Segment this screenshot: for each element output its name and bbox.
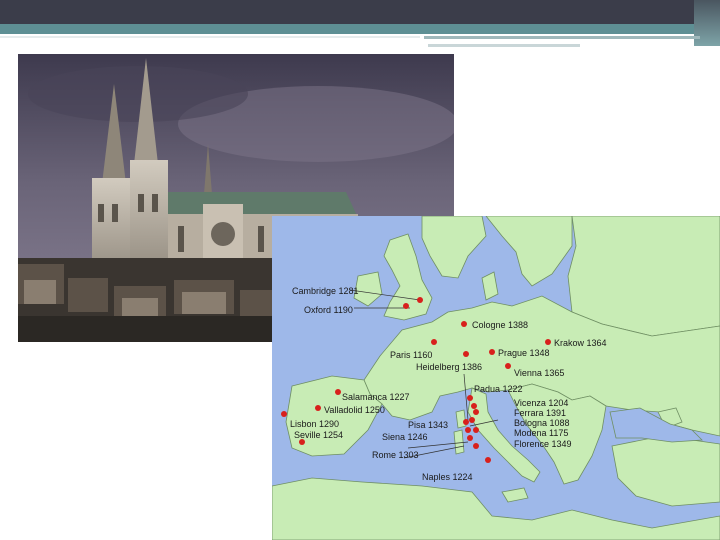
subtitle-rule — [428, 44, 580, 47]
city-label-vicenza: Vicenza 1204 — [514, 398, 569, 408]
header-end-block — [694, 0, 720, 46]
city-label-vienna: Vienna 1365 — [514, 368, 565, 378]
city-label-rome: Rome 1303 — [372, 450, 419, 460]
city-label-cologne: Cologne 1388 — [472, 320, 529, 330]
city-dot-naples — [485, 457, 491, 463]
city-label-paris: Paris 1160 — [390, 350, 433, 360]
city-dot-valladolid — [315, 405, 321, 411]
city-dot-oxford — [403, 303, 409, 309]
city-label-siena: Siena 1246 — [382, 432, 428, 442]
city-dot-cambridge — [417, 297, 423, 303]
city-label-heidelberg: Heidelberg 1386 — [416, 362, 483, 372]
city-dot-lisbon — [281, 411, 287, 417]
header-rule — [0, 36, 420, 38]
city-label-pisa: Pisa 1343 — [408, 420, 449, 430]
city-label-lisbon: Lisbon 1290 — [290, 419, 340, 429]
city-label-valladolid: Valladolid 1250 — [324, 405, 385, 415]
city-markers — [281, 297, 551, 463]
city-dot-cologne — [461, 321, 467, 327]
city-label-padua: Padua 1222 — [474, 384, 523, 394]
city-dot-modena — [473, 427, 479, 433]
city-dot-salamanca — [335, 389, 341, 395]
city-label-naples: Naples 1224 — [422, 472, 473, 482]
city-dot-bologna — [469, 417, 475, 423]
city-dot-paris — [431, 339, 437, 345]
city-label-prague: Prague 1348 — [498, 348, 550, 358]
city-dot-heidelberg — [463, 351, 469, 357]
city-label-bologna: Bologna 1088 — [514, 418, 570, 428]
city-label-oxford: Oxford 1190 — [304, 305, 353, 315]
city-label-seville: Seville 1254 — [294, 430, 344, 440]
city-dot-padua — [467, 395, 473, 401]
europe-map: Cambridge 1281 Oxford 1190 Cologne 1388 … — [272, 216, 720, 540]
city-dot-florence — [467, 435, 473, 441]
city-dot-siena — [465, 427, 471, 433]
city-label-cambridge: Cambridge 1281 — [292, 286, 359, 296]
title-rule — [424, 36, 700, 39]
city-label-krakow: Krakow 1364 — [554, 338, 607, 348]
city-dot-vicenza — [471, 403, 477, 409]
city-dot-prague — [489, 349, 495, 355]
city-label-modena: Modena 1175 — [514, 428, 569, 438]
city-dot-vienna — [505, 363, 511, 369]
header-accent-bar — [0, 24, 720, 34]
city-dot-krakow — [545, 339, 551, 345]
city-dot-ferrara — [473, 409, 479, 415]
city-label-salamanca: Salamanca 1227 — [342, 392, 410, 402]
city-dot-rome — [473, 443, 479, 449]
header-bar — [0, 0, 720, 24]
city-dot-pisa — [463, 419, 469, 425]
city-label-ferrara: Ferrara 1391 — [514, 408, 567, 418]
city-label-florence: Florence 1349 — [514, 439, 572, 449]
